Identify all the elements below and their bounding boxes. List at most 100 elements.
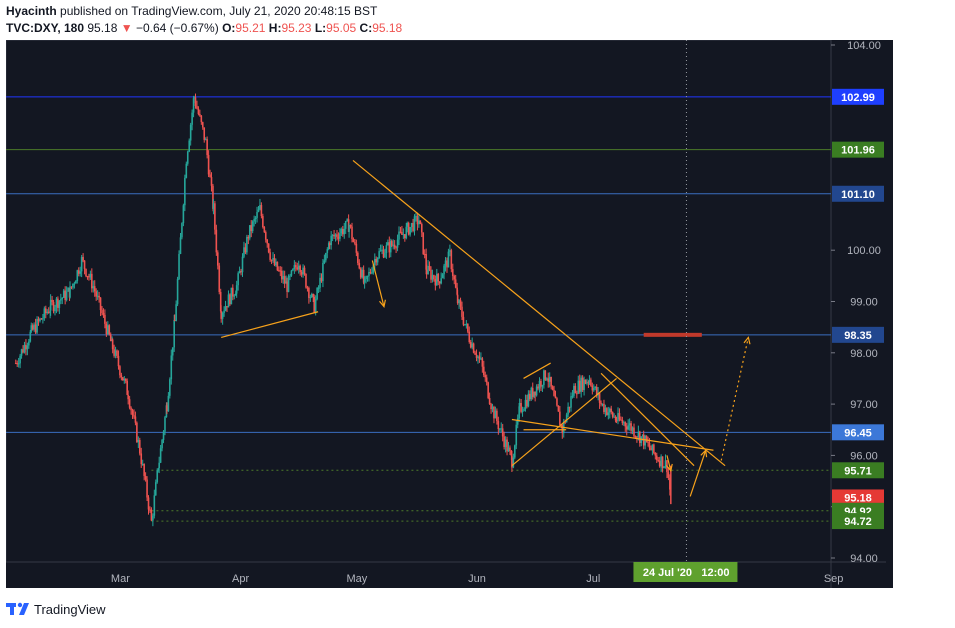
candle-body-306 (444, 260, 447, 266)
candle-body-405 (584, 379, 587, 384)
candle-body-257 (375, 258, 378, 263)
candle-body-452 (651, 444, 654, 451)
candle-body-53 (89, 273, 92, 278)
candle-body-409 (590, 379, 592, 386)
candle-body-431 (621, 419, 624, 423)
candle-body-263 (384, 253, 386, 258)
candle-body-52 (88, 276, 90, 278)
candle-body-95 (149, 509, 151, 511)
low-label: L: (314, 21, 327, 35)
candle-body-293 (425, 269, 428, 275)
candle-body-348 (504, 439, 507, 447)
candle-body-166 (246, 236, 248, 253)
candle-body-363 (524, 399, 527, 410)
target-zone[interactable] (643, 332, 702, 337)
candle-body-454 (654, 452, 657, 456)
candle-body-9 (28, 341, 30, 346)
candle-body-456 (657, 459, 660, 461)
candle-body-301 (437, 273, 440, 282)
candle-body-312 (453, 276, 456, 280)
candle-body-112 (171, 347, 174, 356)
candle-body-133 (200, 115, 203, 123)
candle-body-18 (40, 318, 43, 320)
candle-body-420 (606, 408, 608, 416)
candle-body-253 (369, 271, 372, 273)
candle-body-181 (267, 243, 270, 253)
candle-body-251 (366, 275, 369, 277)
candle-body-56 (93, 286, 96, 292)
candle-body-51 (86, 276, 89, 278)
candle-body-330 (478, 356, 481, 359)
candle-body-94 (147, 497, 150, 510)
chart-area[interactable]: 104.0099.0098.0097.00100.0096.0095.0094.… (6, 40, 893, 588)
candle-body-350 (507, 447, 510, 452)
candle-body-300 (435, 273, 438, 286)
candle-body-362 (523, 409, 525, 411)
candle-body-40 (70, 286, 73, 288)
candle-body-269 (392, 244, 394, 246)
crosshair-date-label: 24 Jul '20 (643, 567, 692, 579)
symbol-label[interactable]: TVC:DXY, 180 (6, 21, 84, 35)
candle-body-192 (283, 276, 286, 284)
candle-body-459 (661, 456, 664, 469)
high-value: 95.23 (281, 21, 312, 35)
candle-body-183 (270, 259, 273, 261)
candle-body-325 (471, 343, 473, 348)
candle-body-247 (361, 269, 363, 278)
candle-body-318 (461, 306, 463, 317)
candle-body-262 (382, 249, 385, 258)
candle-body-273 (398, 231, 400, 240)
tradingview-logo-icon[interactable] (6, 600, 30, 618)
candle-body-116 (176, 279, 179, 305)
candle-body-114 (173, 320, 176, 322)
candle-body-389 (561, 425, 564, 434)
tradingview-brand[interactable]: TradingView (34, 602, 106, 617)
candle-body-285 (415, 216, 417, 218)
candle-body-151 (224, 306, 227, 311)
candle-body-329 (477, 356, 479, 358)
plot-area[interactable] (6, 40, 832, 563)
candle-body-224 (328, 243, 331, 246)
candle-body-375 (541, 385, 544, 387)
price-level-label-0: 102.99 (841, 92, 875, 104)
publish-info: published on TradingView.com, July 21, 2… (60, 4, 378, 18)
candle-body-37 (67, 288, 69, 292)
footer: TradingView (0, 592, 955, 628)
candle-body-239 (349, 224, 352, 227)
candle-body-62 (102, 313, 105, 315)
candle-body-305 (443, 265, 445, 275)
candle-body-87 (137, 439, 140, 443)
candle-body-136 (204, 139, 207, 141)
candle-body-307 (446, 260, 448, 268)
candle-body-171 (253, 219, 255, 222)
candle-body-47 (80, 257, 83, 272)
candle-body-286 (416, 216, 419, 225)
candle-body-26 (51, 299, 53, 302)
candle-body-225 (330, 235, 332, 246)
candle-body-421 (607, 412, 610, 416)
candle-body-460 (663, 466, 665, 469)
candle-body-7 (25, 344, 27, 350)
candle-body-150 (223, 310, 225, 313)
candle-body-398 (574, 385, 577, 394)
candle-body-132 (199, 113, 201, 116)
price-chart[interactable]: 104.0099.0098.0097.00100.0096.0095.0094.… (6, 40, 893, 588)
candle-body-365 (527, 393, 530, 407)
candle-body-63 (104, 314, 106, 324)
candle-body-241 (352, 239, 355, 243)
candle-body-424 (611, 412, 614, 417)
candle-body-82 (130, 407, 132, 411)
y-tick-label-0: 104.00 (847, 40, 881, 52)
candle-body-105 (162, 431, 165, 440)
candle-body-23 (47, 311, 50, 313)
candle-body-121 (184, 177, 186, 206)
candle-body-378 (545, 378, 548, 380)
author-name[interactable]: Hyacinth (6, 4, 57, 18)
price-level-label-6: 95.18 (844, 492, 872, 504)
candle-body-161 (238, 270, 241, 274)
open-value: 95.21 (235, 21, 266, 35)
candle-body-31 (58, 300, 61, 308)
candle-body-14 (34, 324, 37, 333)
candle-body-216 (317, 287, 320, 289)
candle-body-373 (538, 380, 541, 389)
